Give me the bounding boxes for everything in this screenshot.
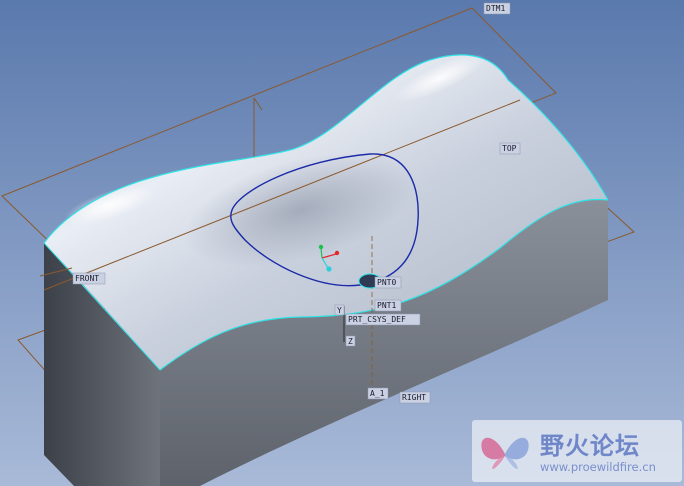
datum-point-pnt0-tag[interactable]: PNT0: [374, 276, 402, 289]
datum-top-tag[interactable]: TOP: [499, 142, 521, 155]
csys-tag[interactable]: PRT_CSYS_DEF: [345, 313, 421, 326]
datum-front-label: FRONT: [75, 274, 99, 283]
csys-y-tag: Y: [334, 304, 345, 316]
datum-dtm1-label: DTM1: [486, 4, 505, 13]
watermark-title: 野火论坛: [540, 432, 640, 460]
datum-top-label: TOP: [502, 144, 517, 153]
csys-z-label: Z: [348, 337, 353, 346]
forum-watermark: 野火论坛 www.proewildfire.cn: [472, 420, 682, 482]
csys-z-tag: Z: [345, 335, 356, 347]
datum-dtm1-tag[interactable]: DTM1: [483, 2, 511, 15]
model-viewport[interactable]: DTM1 TOP FRONT RIGHT PNT0 PNT1 PRT_CSYS_…: [0, 0, 684, 486]
butterfly-logo-icon: [481, 437, 529, 470]
datum-right-label: RIGHT: [402, 393, 426, 402]
datum-front-tag[interactable]: FRONT: [72, 272, 106, 285]
watermark-url: www.proewildfire.cn: [540, 460, 656, 474]
axis-a1-label: A_1: [370, 389, 385, 398]
axis-a1-tag[interactable]: A_1: [367, 387, 389, 400]
csys-label: PRT_CSYS_DEF: [348, 315, 406, 324]
csys-y-label: Y: [337, 306, 342, 315]
datum-point-pnt0-label: PNT0: [377, 278, 396, 287]
datum-point-pnt1-label: PNT1: [377, 301, 396, 310]
datum-right-tag[interactable]: RIGHT: [399, 391, 431, 404]
datum-point-pnt1-tag[interactable]: PNT1: [374, 299, 402, 312]
model-graphics-area[interactable]: DTM1 TOP FRONT RIGHT PNT0 PNT1 PRT_CSYS_…: [0, 0, 684, 486]
